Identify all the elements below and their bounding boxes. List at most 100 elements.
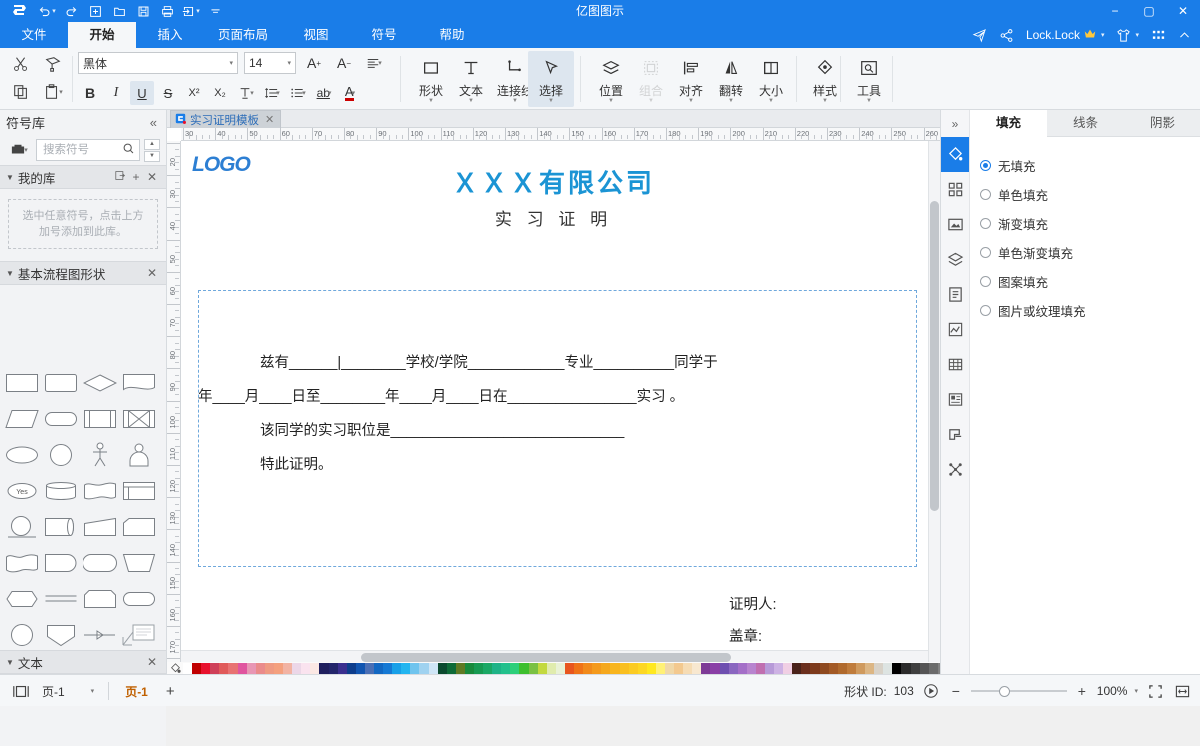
palette-fill-icon[interactable]	[167, 662, 183, 674]
image-icon[interactable]	[941, 207, 969, 242]
menu-symbols[interactable]: 符号	[350, 22, 418, 48]
close-icon[interactable]: ✕	[144, 655, 160, 669]
bold-button[interactable]: B	[78, 81, 102, 105]
palette-swatch[interactable]	[855, 662, 866, 674]
table-icon[interactable]	[941, 347, 969, 382]
palette-swatch[interactable]	[601, 662, 611, 674]
palette-swatch[interactable]	[574, 662, 584, 674]
chevron-up-icon[interactable]	[1173, 25, 1196, 45]
shape-circle2[interactable]	[4, 619, 40, 651]
scroll-down-icon[interactable]: ▼	[144, 150, 160, 162]
palette-swatch[interactable]	[728, 662, 738, 674]
add-page-button[interactable]: +	[158, 683, 183, 700]
grid-apps-icon[interactable]	[1146, 25, 1171, 45]
text-highlight-icon[interactable]: ab ▾	[312, 81, 336, 105]
chevron-down-icon[interactable]: ▾	[1134, 687, 1138, 695]
container-icon[interactable]	[941, 417, 969, 452]
search-input[interactable]	[41, 143, 122, 157]
menu-help[interactable]: 帮助	[418, 22, 486, 48]
shape-trapezoid-right[interactable]	[82, 511, 118, 543]
shape-arrow-line[interactable]	[82, 619, 118, 651]
palette-swatch[interactable]	[692, 662, 702, 674]
palette-swatch[interactable]	[419, 662, 429, 674]
palette-swatch[interactable]	[928, 662, 938, 674]
menu-home[interactable]: 开始	[68, 22, 136, 48]
palette-swatch[interactable]	[510, 662, 520, 674]
shape-pill[interactable]	[121, 583, 157, 615]
palette-swatch[interactable]	[919, 662, 929, 674]
shape-tape[interactable]	[82, 475, 118, 507]
shape-predefined-process[interactable]	[82, 403, 118, 435]
tab-fill[interactable]: 填充	[970, 110, 1047, 137]
shape-actor[interactable]	[82, 439, 118, 471]
search-input-wrapper[interactable]	[36, 139, 140, 161]
search-icon[interactable]	[122, 142, 135, 158]
shape-cylinder[interactable]	[43, 475, 79, 507]
send-icon[interactable]	[967, 25, 992, 45]
zoom-slider[interactable]	[970, 684, 1067, 698]
palette-swatch[interactable]	[610, 662, 620, 674]
palette-swatch[interactable]	[446, 662, 456, 674]
menu-file[interactable]: 文件	[0, 22, 68, 48]
shape-double-line[interactable]	[43, 583, 79, 615]
shape-rounded-right[interactable]	[43, 547, 79, 579]
page-tab-1[interactable]: 页-1	[119, 683, 154, 700]
canvas-vertical-scroll-thumb[interactable]	[930, 201, 939, 511]
palette-swatch[interactable]	[901, 662, 911, 674]
canvas-horizontal-scrollbar[interactable]	[181, 650, 928, 662]
italic-button[interactable]: I	[104, 81, 128, 105]
palette-swatch[interactable]	[273, 662, 284, 674]
line-spacing-icon[interactable]: ▾	[260, 81, 284, 105]
shape-ellipse[interactable]	[4, 439, 40, 471]
shape-document[interactable]	[121, 367, 157, 399]
shape-rounded-rect[interactable]	[43, 367, 79, 399]
palette-swatch[interactable]	[792, 662, 802, 674]
palette-swatch[interactable]	[210, 662, 220, 674]
zoom-in-button[interactable]: +	[1074, 683, 1090, 699]
vertical-ruler[interactable]: 20 30 40 50 60 70 80 90 100 110 120 130 140 150 160 170…	[167, 141, 181, 674]
subscript-button[interactable]: X₂	[208, 81, 232, 105]
legend-icon[interactable]	[941, 382, 969, 417]
palette-swatch[interactable]	[319, 662, 329, 674]
close-icon[interactable]: ✕	[144, 266, 160, 280]
palette-swatch[interactable]	[455, 662, 465, 674]
scroll-up-icon[interactable]: ▲	[144, 138, 160, 150]
shape-stadium[interactable]	[43, 403, 79, 435]
plus-icon[interactable]: +	[128, 170, 144, 184]
palette-swatch[interactable]	[310, 662, 320, 674]
palette-swatch[interactable]	[492, 662, 502, 674]
palette-swatch[interactable]	[564, 662, 575, 674]
palette-swatch[interactable]	[783, 662, 793, 674]
palette-swatch[interactable]	[428, 662, 438, 674]
horizontal-ruler[interactable]: 30 40 50 60 70 80 90 100 110 120 130 140 150 160 170 18…	[181, 128, 940, 141]
menu-insert[interactable]: 插入	[136, 22, 204, 48]
minimize-button[interactable]: −	[1098, 0, 1132, 22]
palette-swatch[interactable]	[774, 662, 784, 674]
zoom-out-button[interactable]: −	[948, 683, 964, 699]
body-line-2[interactable]: 年____月____日至________年____月____日在________…	[198, 380, 917, 414]
share-nodes-icon[interactable]	[994, 25, 1019, 45]
chevron-double-left-icon[interactable]: «	[147, 115, 160, 130]
style-button[interactable]: 样式 ▼	[802, 51, 848, 107]
shape-circle-line[interactable]	[4, 511, 40, 543]
bullet-list-icon[interactable]: ▾	[286, 81, 310, 105]
shrink-font-icon[interactable]: A −	[332, 51, 356, 75]
palette-swatch[interactable]	[464, 662, 474, 674]
library-box-icon[interactable]: ▾	[6, 139, 32, 161]
palette-swatch[interactable]	[701, 662, 711, 674]
canvas-vertical-scrollbar[interactable]	[928, 141, 940, 674]
palette-swatch[interactable]	[837, 662, 847, 674]
palette-swatch[interactable]	[874, 662, 884, 674]
shape-internal-storage[interactable]	[121, 403, 157, 435]
section-my-library[interactable]: ▼ 我的库 + ✕	[0, 165, 166, 189]
palette-swatch[interactable]	[846, 662, 856, 674]
tab-line[interactable]: 线条	[1047, 110, 1124, 137]
fill-option-picture-texture[interactable]: 图片或纹理填充	[980, 296, 1200, 325]
superscript-button[interactable]: X²	[182, 81, 206, 105]
account-button[interactable]: Lock.Lock ▾	[1021, 25, 1110, 45]
body-line-1[interactable]: 兹有______|________学校/学院____________专业____…	[198, 346, 917, 380]
palette-swatch[interactable]	[765, 662, 775, 674]
shape-hexagon[interactable]	[4, 583, 40, 615]
palette-swatch[interactable]	[746, 662, 756, 674]
palette-swatch[interactable]	[228, 662, 238, 674]
